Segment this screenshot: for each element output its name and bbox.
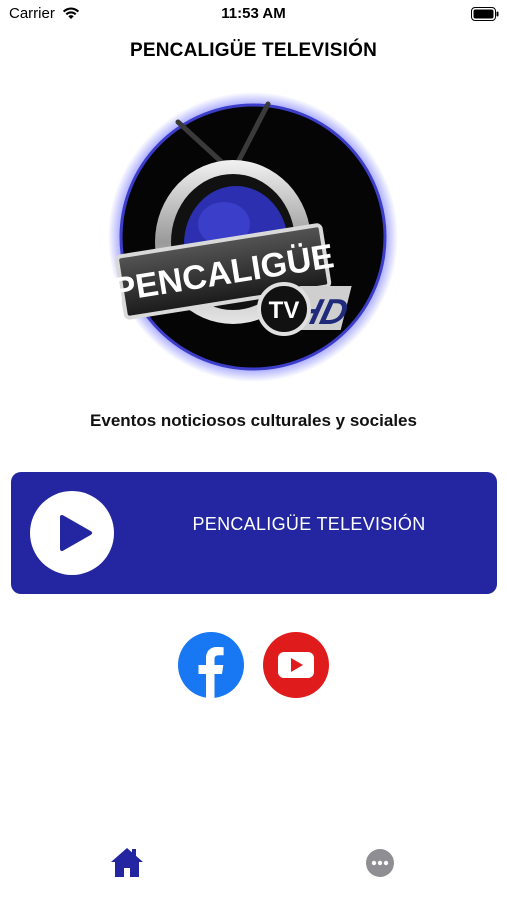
status-time: 11:53 AM bbox=[221, 5, 286, 22]
play-stream-button[interactable]: PENCALIGÜE TELEVISIÓN bbox=[11, 472, 497, 594]
page-title: PENCALIGÜE TELEVISIÓN bbox=[129, 40, 377, 61]
play-button[interactable] bbox=[30, 491, 114, 575]
player-label: PENCALIGÜE TELEVISIÓN bbox=[192, 514, 426, 534]
play-icon bbox=[60, 515, 92, 551]
app-screen: Carrier 11:53 AM PENCALIGÜE TELEVISIÓN P… bbox=[0, 0, 507, 900]
more-icon bbox=[366, 849, 394, 877]
tab-more[interactable] bbox=[366, 849, 394, 877]
tagline: Eventos noticiosos culturales y sociales bbox=[90, 411, 417, 430]
home-icon bbox=[111, 848, 143, 877]
channel-logo: PENCALIGÜE HD TV bbox=[108, 92, 398, 382]
battery-icon bbox=[471, 7, 499, 26]
tab-home[interactable] bbox=[110, 846, 144, 878]
youtube-button[interactable] bbox=[263, 632, 329, 698]
facebook-button[interactable] bbox=[178, 632, 244, 698]
youtube-icon bbox=[263, 632, 329, 698]
facebook-icon bbox=[178, 632, 244, 698]
status-bar: Carrier 11:53 AM bbox=[0, 0, 507, 30]
logo-tv-text: TV bbox=[269, 297, 300, 324]
